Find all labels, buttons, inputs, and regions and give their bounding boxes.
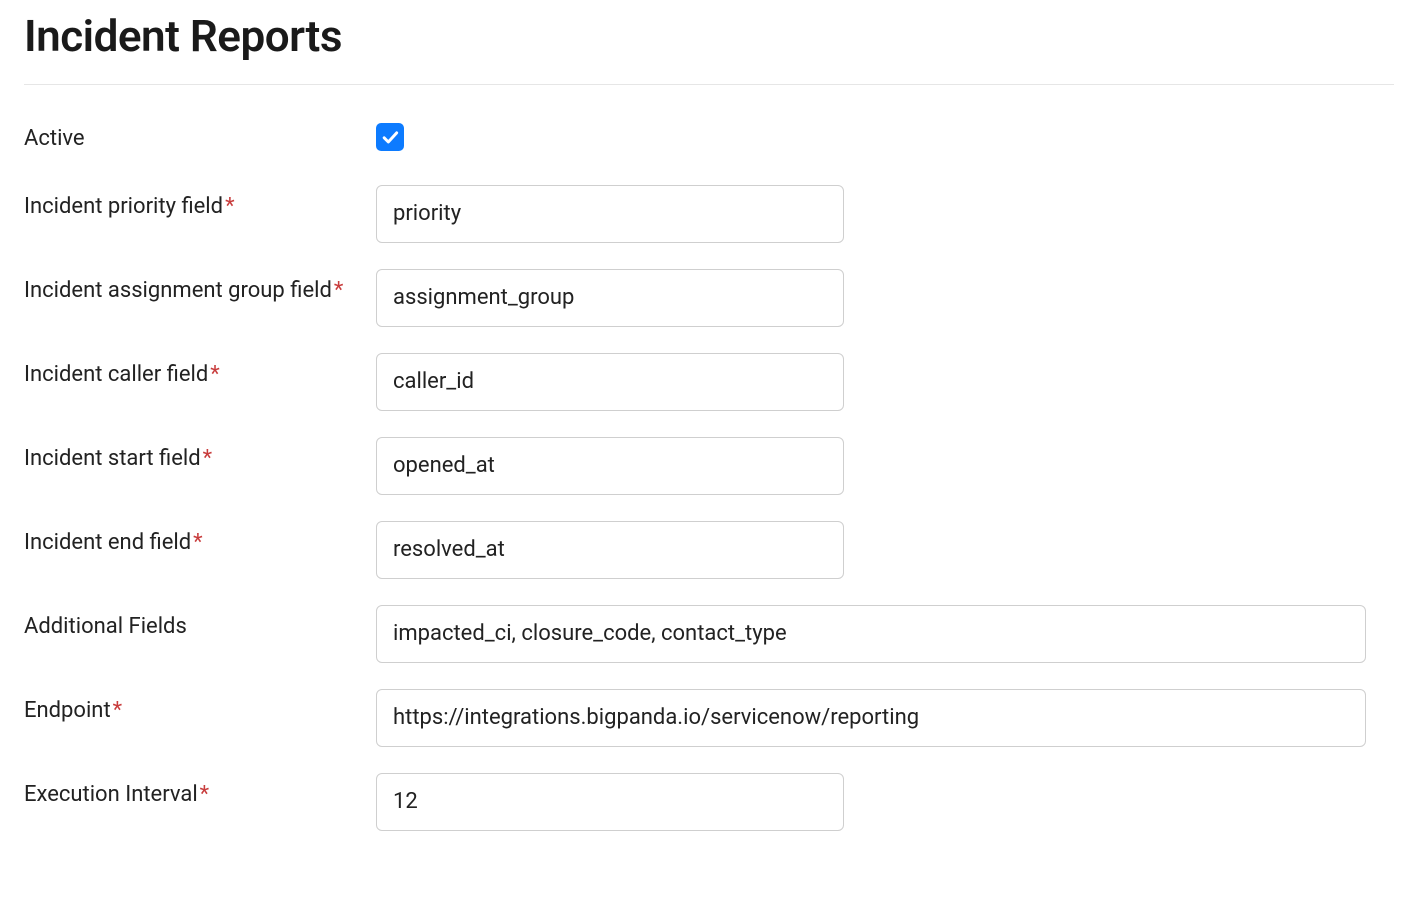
assignment-group-input[interactable] <box>376 269 844 327</box>
divider <box>24 84 1394 85</box>
form-row-assignment-group: Incident assignment group field* <box>24 269 1394 327</box>
interval-input[interactable] <box>376 773 844 831</box>
caller-label: Incident caller field* <box>24 353 376 391</box>
caller-input[interactable] <box>376 353 844 411</box>
end-label: Incident end field* <box>24 521 376 559</box>
form-row-endpoint: Endpoint* <box>24 689 1394 747</box>
endpoint-label: Endpoint* <box>24 689 376 727</box>
required-marker: * <box>334 278 343 303</box>
additional-input[interactable] <box>376 605 1366 663</box>
priority-label: Incident priority field* <box>24 185 376 223</box>
form-row-caller: Incident caller field* <box>24 353 1394 411</box>
required-marker: * <box>193 530 202 555</box>
required-marker: * <box>113 698 122 723</box>
form-row-start: Incident start field* <box>24 437 1394 495</box>
start-label: Incident start field* <box>24 437 376 475</box>
active-checkbox[interactable] <box>376 123 404 151</box>
start-input[interactable] <box>376 437 844 495</box>
assignment-group-label: Incident assignment group field* <box>24 269 376 307</box>
required-marker: * <box>210 362 219 387</box>
form-row-active: Active <box>24 123 1394 155</box>
endpoint-input[interactable] <box>376 689 1366 747</box>
form-row-priority: Incident priority field* <box>24 185 1394 243</box>
check-icon <box>380 127 400 147</box>
required-marker: * <box>203 446 212 471</box>
required-marker: * <box>225 194 234 219</box>
form-row-additional: Additional Fields <box>24 605 1394 663</box>
additional-label: Additional Fields <box>24 605 376 643</box>
form-row-interval: Execution Interval* <box>24 773 1394 831</box>
interval-label: Execution Interval* <box>24 773 376 811</box>
active-label: Active <box>24 123 376 155</box>
page-title: Incident Reports <box>24 10 1394 62</box>
end-input[interactable] <box>376 521 844 579</box>
priority-input[interactable] <box>376 185 844 243</box>
form-row-end: Incident end field* <box>24 521 1394 579</box>
required-marker: * <box>200 782 209 807</box>
